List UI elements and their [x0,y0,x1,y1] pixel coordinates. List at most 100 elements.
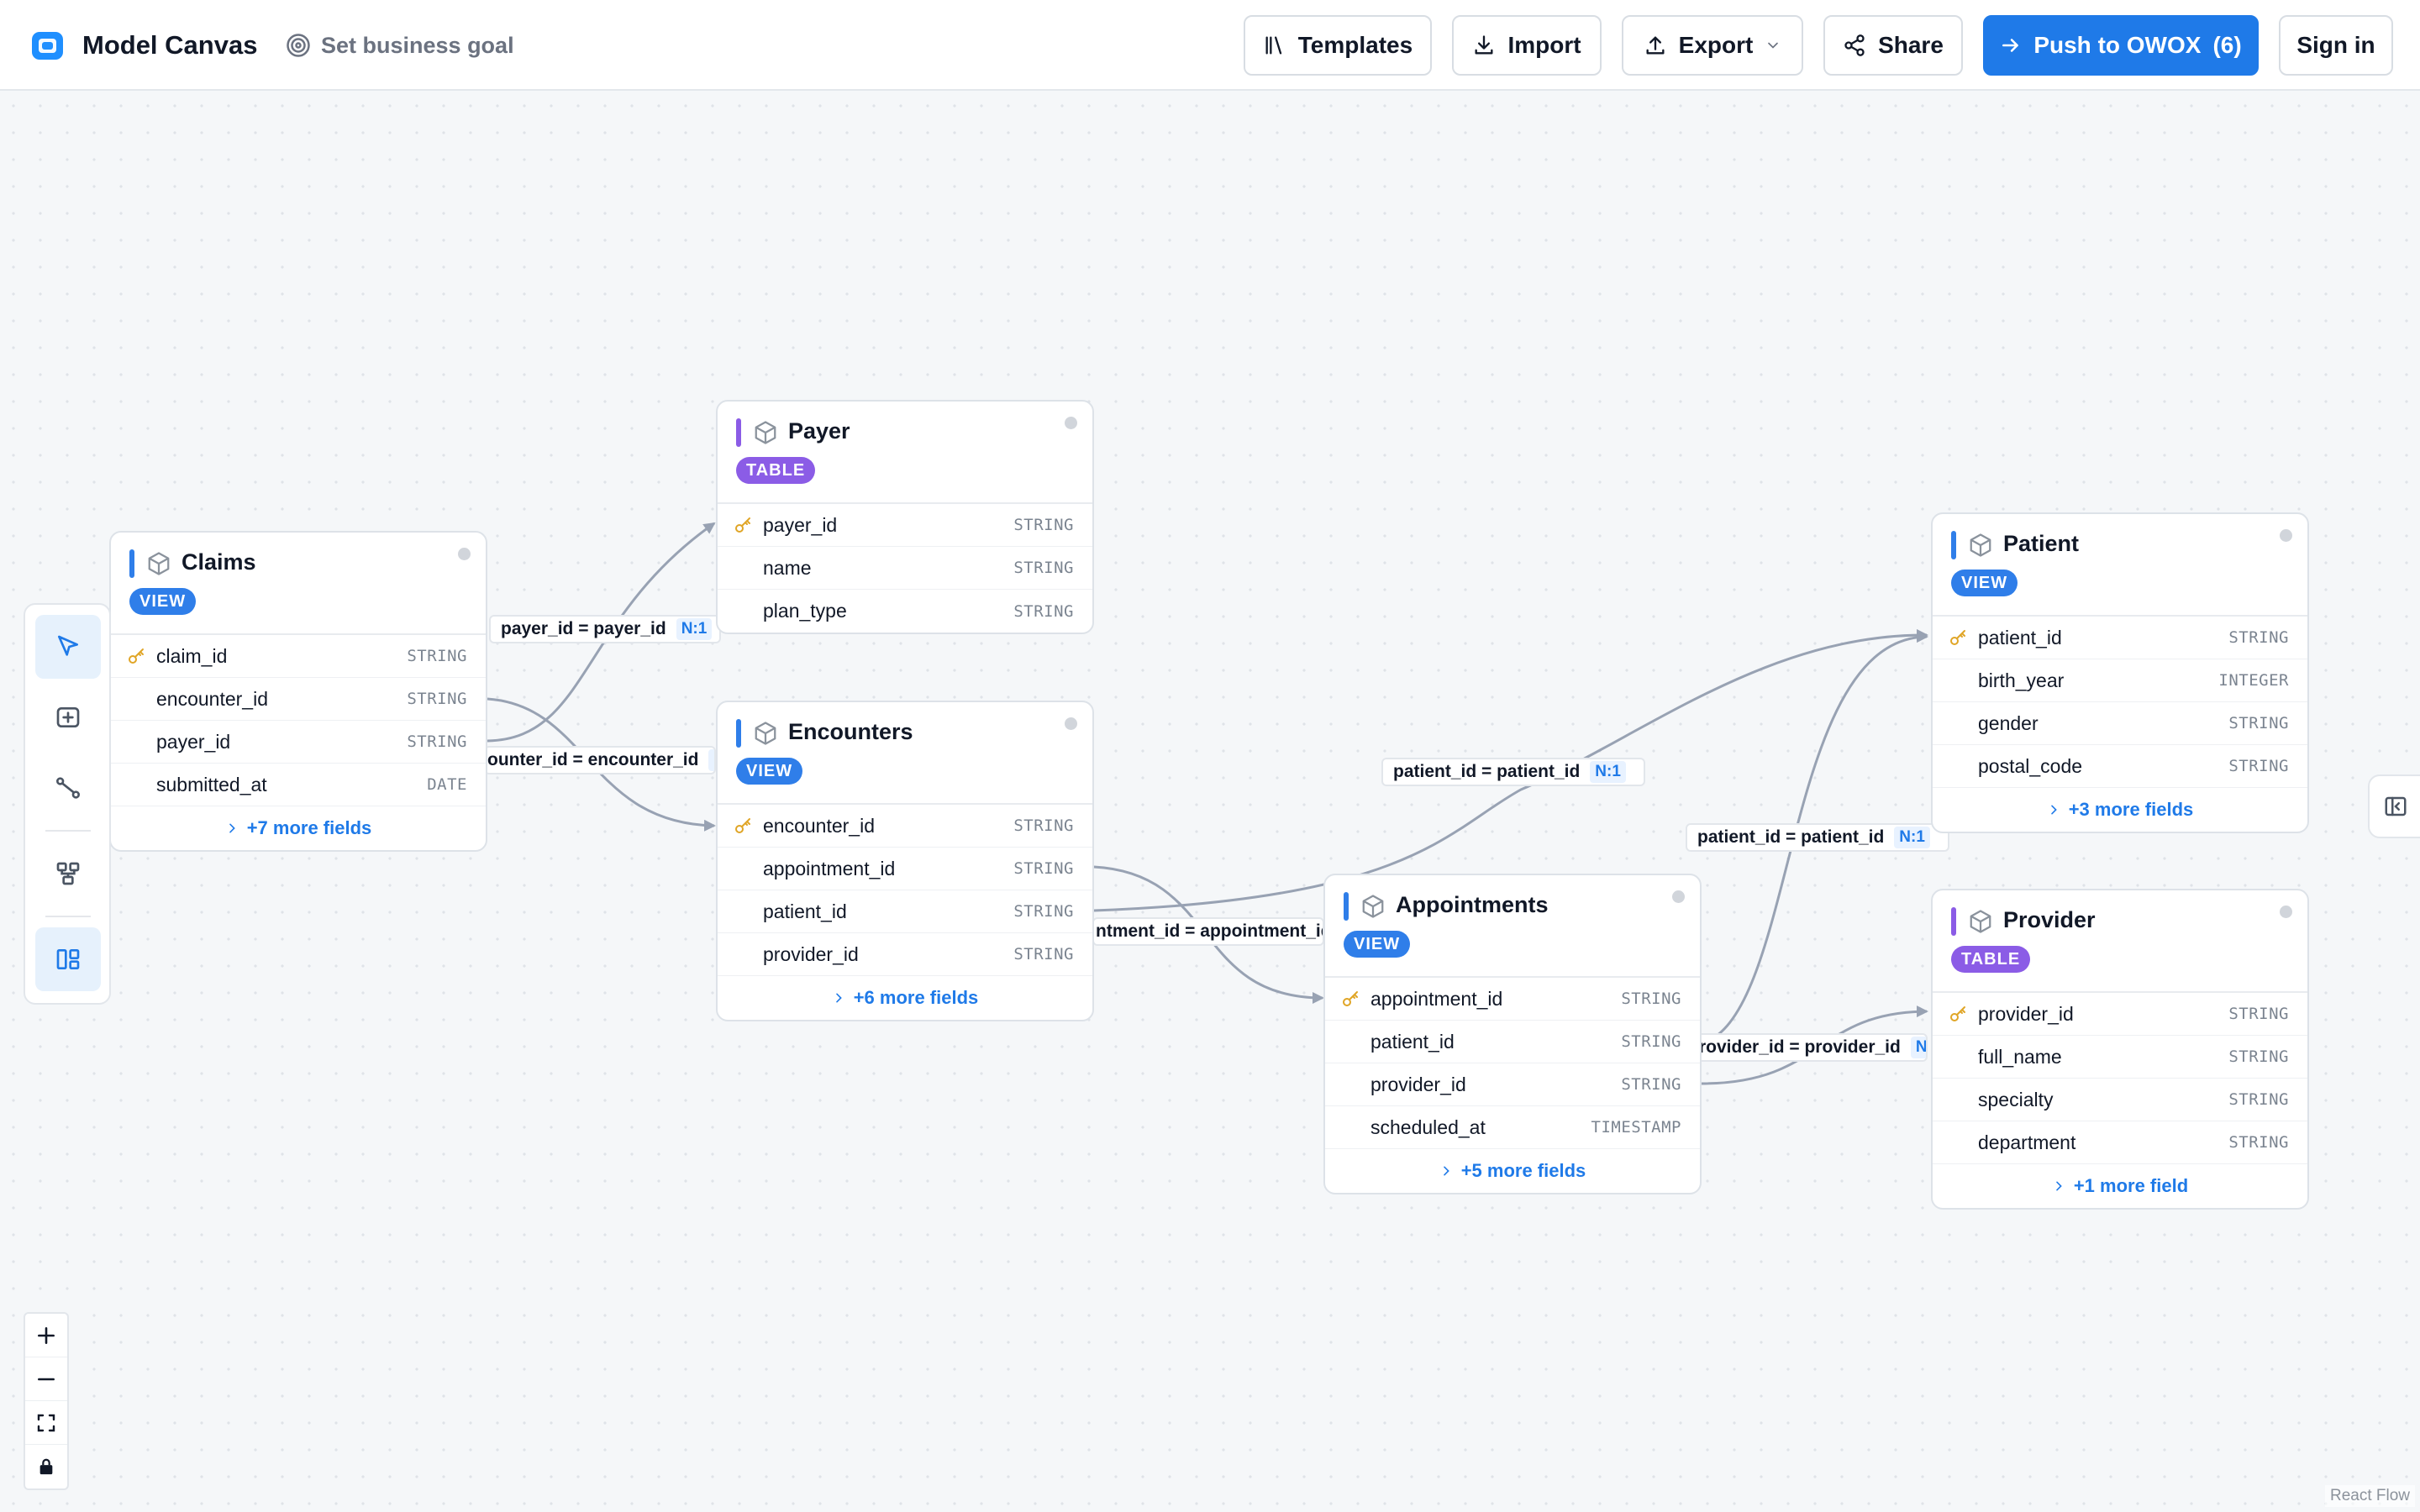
field-row[interactable]: full_name STRING [1933,1036,2307,1079]
entity-name: Payer [788,418,850,444]
entity-card-payer[interactable]: Payer TABLE payer_id STRING name STRING … [716,400,1094,634]
field-row[interactable]: birth_year INTEGER [1933,659,2307,702]
field-row[interactable]: encounter_id STRING [718,805,1092,848]
push-to-owox-button[interactable]: Push to OWOX (6) [1983,15,2259,76]
field-type: STRING [1013,945,1074,963]
field-row[interactable]: patient_id STRING [1933,617,2307,659]
field-row[interactable]: appointment_id STRING [1325,978,1700,1021]
entity-header[interactable]: Appointments VIEW [1325,875,1700,978]
entity-header[interactable]: Patient VIEW [1933,514,2307,617]
edge-label[interactable]: patient_id = patient_id N:1 [1686,823,1949,852]
share-label: Share [1878,32,1944,58]
more-fields-label: +5 more fields [1460,1160,1586,1181]
pointer-tool-button[interactable] [35,615,101,679]
more-fields-button[interactable]: +7 more fields [111,806,486,850]
field-name: patient_id [1370,1030,1455,1053]
field-row[interactable]: name STRING [718,547,1092,590]
field-row[interactable]: specialty STRING [1933,1079,2307,1121]
react-flow-attribution[interactable]: React Flow [2324,1485,2415,1507]
more-fields-button[interactable]: +1 more field [1933,1164,2307,1208]
zoom-in-button[interactable] [25,1314,67,1357]
field-row[interactable]: patient_id STRING [718,890,1092,933]
zoom-out-button[interactable] [25,1357,67,1401]
import-button[interactable]: Import [1452,15,1602,76]
layout-panel-tool-button[interactable] [35,927,101,991]
edge-label[interactable]: ounter_id = encounter_id N [484,746,716,774]
field-row[interactable]: patient_id STRING [1325,1021,1700,1063]
entity-card-patient[interactable]: Patient VIEW patient_id STRING birth_yea… [1931,512,2309,833]
lock-button[interactable] [25,1445,67,1488]
add-node-icon [56,707,80,727]
sign-in-button[interactable]: Sign in [2279,15,2393,76]
auto-layout-tool-button[interactable] [35,842,101,906]
field-row[interactable]: department STRING [1933,1121,2307,1164]
add-node-tool-button[interactable] [35,685,101,749]
field-type: STRING [1013,559,1074,577]
field-name: submitted_at [156,773,267,795]
field-name: claim_id [156,644,228,667]
chevron-right-icon [2050,805,2057,815]
entity-name: Encounters [788,719,913,744]
field-row[interactable]: submitted_at DATE [111,764,486,806]
field-type: STRING [2228,1047,2289,1066]
edge-label[interactable]: patient_id = patient_id N:1 [1381,758,1645,786]
edge-label[interactable]: payer_id = payer_id N:1 [489,615,721,643]
model-canvas[interactable]: payer_id = payer_id N:1 ounter_id = enco… [0,92,2420,1512]
field-row[interactable]: claim_id STRING [111,635,486,678]
entity-header[interactable]: Payer TABLE [718,402,1092,504]
field-row[interactable]: gender STRING [1933,702,2307,745]
share-button[interactable]: Share [1823,15,1963,76]
field-row[interactable]: plan_type STRING [718,590,1092,633]
entity-card-appointments[interactable]: Appointments VIEW appointment_id STRING … [1323,874,1702,1194]
edge-label[interactable]: rovider_id = provider_id N: [1696,1033,1928,1062]
fit-view-button[interactable] [25,1401,67,1445]
chevron-right-icon [229,823,235,833]
edge-label-text: rovider_id = provider_id [1699,1037,1901,1057]
more-fields-label: +1 more field [2073,1175,2189,1196]
field-row[interactable]: payer_id STRING [718,504,1092,547]
field-row[interactable]: encounter_id STRING [111,678,486,721]
edge-label-text: patient_id = patient_id [1393,762,1581,781]
field-type: STRING [1621,1075,1681,1094]
field-row[interactable]: provider_id STRING [718,933,1092,976]
more-fields-button[interactable]: +6 more fields [718,976,1092,1020]
field-name: full_name [1978,1045,2062,1068]
field-row[interactable]: provider_id STRING [1325,1063,1700,1106]
entity-header[interactable]: Encounters VIEW [718,702,1092,805]
field-row[interactable]: provider_id STRING [1933,993,2307,1036]
edge-label[interactable]: ntment_id = appointment_id [1092,917,1324,946]
target-icon [287,34,310,57]
upload-icon [1646,36,1665,55]
set-goal-button[interactable]: Set business goal [286,30,514,60]
field-name: appointment_id [1370,987,1503,1010]
field-row[interactable]: scheduled_at TIMESTAMP [1325,1106,1700,1149]
field-row[interactable]: payer_id STRING [111,721,486,764]
side-panel-toggle[interactable] [2368,774,2420,838]
field-name: plan_type [763,600,847,622]
templates-button[interactable]: Templates [1244,15,1432,76]
accent-bar [1344,892,1349,921]
key-icon [1950,630,1965,645]
entity-header[interactable]: Claims VIEW [111,533,486,635]
more-fields-button[interactable]: +3 more fields [1933,788,2307,832]
field-row[interactable]: appointment_id STRING [718,848,1092,890]
entity-card-provider[interactable]: Provider TABLE provider_id STRING full_n… [1931,889,2309,1210]
connect-tool-button[interactable] [35,756,101,820]
pointer-icon [58,635,78,656]
chevron-right-icon [2056,1181,2062,1191]
panel-toggle-icon [2385,796,2407,816]
field-row[interactable]: postal_code STRING [1933,745,2307,788]
field-type: STRING [407,732,467,751]
push-label: Push to OWOX [2033,32,2202,58]
entity-card-encounters[interactable]: Encounters VIEW encounter_id STRING appo… [716,701,1094,1021]
more-fields-button[interactable]: +5 more fields [1325,1149,1700,1193]
entity-card-claims[interactable]: Claims VIEW claim_id STRING encounter_id… [109,531,487,852]
export-button[interactable]: Export [1622,15,1803,76]
share-icon [1844,34,1865,56]
entity-header[interactable]: Provider TABLE [1933,890,2307,993]
edge-label-text: ntment_id = appointment_id [1096,921,1324,941]
key-icon [1950,1006,1965,1021]
field-name: provider_id [1978,1002,2074,1025]
cardinality-badge: N:1 [1590,761,1626,783]
push-count: (6) [2212,32,2242,58]
